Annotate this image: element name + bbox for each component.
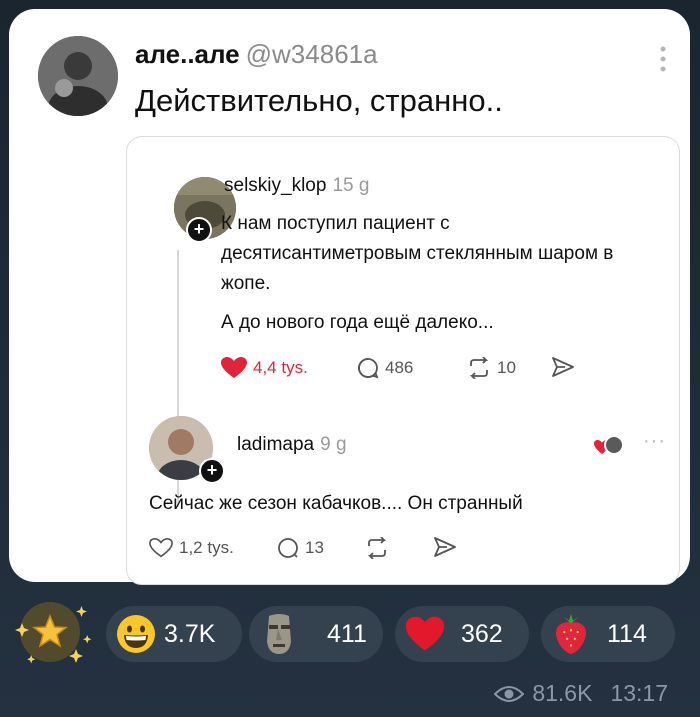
moai-icon [259, 614, 299, 654]
author-avatar [38, 36, 118, 116]
more-options-icon[interactable] [659, 45, 667, 73]
red-heart-icon [405, 614, 445, 654]
message-time: 13:17 [610, 680, 668, 706]
repost-count: 10 [497, 358, 516, 377]
quoted-thread[interactable]: + selskiy_klop 15 g К нам поступил пациен… [126, 136, 680, 585]
reply-action-bar: 1,2 tys. 13 [149, 537, 549, 567]
reaction-heart[interactable]: 362 [395, 606, 529, 662]
reply-time: 9 g [320, 434, 347, 455]
reaction-strawberry[interactable]: 114 [541, 606, 675, 662]
author-line: але..але @w34861a [135, 39, 378, 70]
quoted-time: 15 g [332, 175, 370, 196]
like-count: 1,2 tys. [179, 538, 234, 557]
reaction-count: 114 [607, 619, 647, 648]
share-icon [434, 537, 456, 557]
reaction-count: 362 [461, 619, 503, 648]
quoted-text: К нам поступил пациент с десятисантиметр… [221, 213, 614, 294]
repost-icon [469, 357, 489, 379]
reaction-moai[interactable]: 411 [249, 606, 383, 662]
telegram-message-frame: але..але @w34861a Действительно, странно.… [0, 0, 700, 717]
post-text: Действительно, странно.. [135, 83, 503, 118]
heart-outline-icon [149, 537, 173, 558]
repost-icon [367, 537, 387, 559]
comment-button[interactable]: 13 [277, 537, 324, 559]
post-screenshot-card[interactable]: але..але @w34861a Действительно, странно.… [9, 9, 690, 585]
share-button[interactable] [433, 537, 457, 557]
strawberry-icon [551, 614, 591, 654]
eye-icon [494, 685, 525, 702]
reply-text: Сейчас же сезон кабачков.... Он странный [149, 493, 523, 514]
reply-user-line: ladimapa 9 g [237, 434, 347, 456]
author-name[interactable]: але..але [135, 39, 240, 69]
repost-button[interactable] [365, 537, 389, 559]
reaction-count: 3.7K [164, 619, 216, 648]
comment-button[interactable]: 486 [357, 357, 413, 379]
like-button[interactable]: 1,2 tys. [149, 537, 234, 559]
share-icon [552, 357, 574, 377]
view-count: 81.6K [532, 680, 593, 706]
quoted-action-bar: 4,4 tys. 486 10 [221, 357, 621, 387]
message-meta: 81.6K 13:17 [494, 680, 668, 707]
author-liked-icon [593, 434, 624, 458]
author-handle[interactable]: @w34861a [246, 39, 378, 69]
reaction-grinning[interactable]: 3.7K [106, 606, 242, 662]
sparkle-star-reaction[interactable] [14, 598, 100, 672]
comment-icon [278, 538, 298, 558]
comment-count: 486 [385, 358, 414, 377]
reaction-count: 411 [327, 619, 367, 648]
repost-button[interactable]: 10 [467, 357, 516, 379]
comment-count: 13 [305, 538, 324, 557]
follow-plus-icon[interactable]: + [186, 217, 212, 243]
heart-filled-icon [221, 357, 247, 378]
share-button[interactable] [551, 357, 575, 377]
grinning-face-icon [116, 614, 156, 654]
reactions-row: 3.7K 411 362 114 [0, 596, 700, 666]
follow-plus-icon[interactable]: + [199, 458, 225, 484]
quoted-user-line: selskiy_klop 15 g [224, 175, 369, 197]
quoted-text-second: А до нового года ещё далеко... [221, 312, 494, 333]
comment-icon [358, 358, 379, 379]
quoted-username[interactable]: selskiy_klop [224, 175, 326, 196]
like-count: 4,4 tys. [253, 358, 308, 377]
reply-more-icon[interactable]: ··· [643, 430, 666, 453]
reply-username[interactable]: ladimapa [237, 434, 314, 455]
like-button[interactable]: 4,4 tys. [221, 357, 308, 379]
